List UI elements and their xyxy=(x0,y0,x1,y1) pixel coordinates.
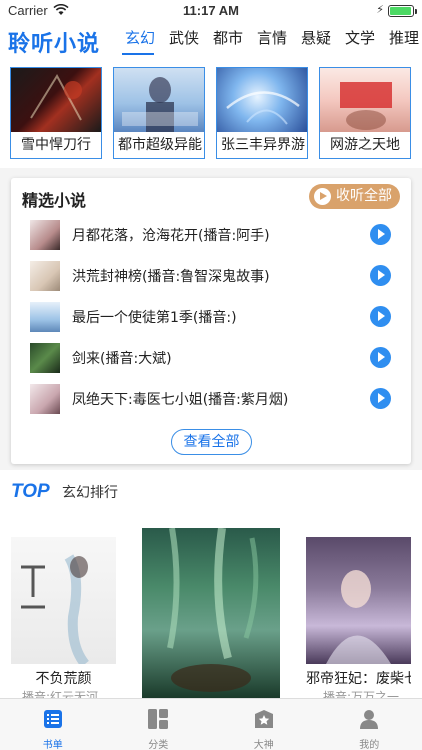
book-cover xyxy=(11,68,101,132)
active-tab-indicator xyxy=(122,53,154,55)
star-icon xyxy=(254,710,273,728)
featured-book-title: 雪中悍刀行 xyxy=(21,137,91,153)
tab-wuxia[interactable]: 武侠 xyxy=(162,22,206,58)
cover-art xyxy=(122,77,198,132)
item-cover xyxy=(30,302,60,332)
tab-yanqing[interactable]: 言情 xyxy=(250,22,294,58)
featured-book-card[interactable]: 都市超级异能 xyxy=(113,67,205,159)
featured-book-title: 网游之天地 xyxy=(330,137,400,153)
bottom-tab-bar: 书单 分类 大神 我的 xyxy=(0,698,422,750)
featured-book-title: 张三丰异界游 xyxy=(221,137,305,153)
category-tabs: 玄幻 武侠 都市 言情 悬疑 文学 推理 xyxy=(118,22,422,58)
tabbar-label: 书单 xyxy=(42,740,63,750)
play-button-icon[interactable] xyxy=(370,388,391,409)
tabbar-item-booklist[interactable]: 书单 xyxy=(0,699,106,750)
selected-novels-card: 精选小说 收听全部 月都花落，沧海花开(播音:阿手) 洪荒封神榜(播音:鲁智深鬼… xyxy=(11,178,411,464)
header: 聆听小说 玄幻 武侠 都市 言情 悬疑 文学 推理 xyxy=(0,22,422,58)
svg-text:TOP: TOP xyxy=(11,481,50,500)
tab-dushi[interactable]: 都市 xyxy=(206,22,250,58)
play-button-icon[interactable] xyxy=(370,224,391,245)
list-item[interactable]: 月都花落，沧海花开(播音:阿手) xyxy=(30,219,400,251)
book-cover xyxy=(114,68,204,132)
list-item[interactable]: 洪荒封神榜(播音:鲁智深鬼故事) xyxy=(30,260,400,292)
featured-book-card[interactable]: 张三丰异界游 xyxy=(216,67,308,159)
featured-books: 雪中悍刀行 都市超级异能 张三丰异界游 网游之天地 xyxy=(0,58,422,168)
item-cover xyxy=(30,261,60,291)
ranking-section: TOP 玄幻排行 不负荒颜 播音:红云无河 邪帝狂妃：废柴七小姐 播音:万万之一 xyxy=(0,470,422,704)
cover-art xyxy=(226,91,300,125)
cover-art xyxy=(167,528,259,692)
tabbar-item-category[interactable]: 分类 xyxy=(106,699,212,750)
featured-book-card[interactable]: 网游之天地 xyxy=(319,67,411,159)
item-cover xyxy=(30,343,60,373)
tabbar-label: 大神 xyxy=(253,740,274,750)
featured-book-card[interactable]: 雪中悍刀行 xyxy=(10,67,102,159)
list-item[interactable]: 最后一个使徒第1季(播音:) xyxy=(30,301,400,333)
tabbar-item-master[interactable]: 大神 xyxy=(211,699,317,750)
list-item[interactable]: 凤绝天下:毒医七小姐(播音:紫月烟) xyxy=(30,383,400,415)
cover-art xyxy=(340,82,392,130)
tabbar-label: 分类 xyxy=(148,740,169,750)
ranking-book-cover[interactable] xyxy=(306,537,411,664)
book-cover xyxy=(217,68,307,132)
play-button-icon[interactable] xyxy=(370,347,391,368)
list-icon xyxy=(43,710,62,728)
play-circle-icon xyxy=(314,188,331,205)
play-button-icon[interactable] xyxy=(370,265,391,286)
listen-all-label: 收听全部 xyxy=(336,188,392,204)
tab-tuili[interactable]: 推理 xyxy=(382,22,422,58)
list-item[interactable]: 剑来(播音:大斌) xyxy=(30,342,400,374)
item-title: 月都花落，沧海花开(播音:阿手) xyxy=(72,228,270,244)
item-cover xyxy=(30,384,60,414)
ranking-title: 玄幻排行 xyxy=(62,485,118,501)
cover-art xyxy=(30,74,82,121)
item-cover xyxy=(30,220,60,250)
item-title: 剑来(播音:大斌) xyxy=(72,351,172,367)
ranking-book-title: 不负荒颜 xyxy=(35,671,92,687)
tab-xuanyi[interactable]: 悬疑 xyxy=(294,22,338,58)
charging-icon: ⚡ xyxy=(376,3,384,16)
clock: 11:17 AM xyxy=(183,3,239,18)
cover-art xyxy=(21,554,90,664)
item-title: 洪荒封神榜(播音:鲁智深鬼故事) xyxy=(72,269,270,285)
tabbar-label: 我的 xyxy=(359,740,380,750)
listen-all-button[interactable]: 收听全部 xyxy=(309,184,400,209)
battery-icon xyxy=(388,5,417,17)
section-title: 精选小说 xyxy=(22,191,87,210)
app-title: 聆听小说 xyxy=(8,32,101,57)
grid-icon xyxy=(148,709,169,729)
cover-art xyxy=(326,570,391,664)
ranking-book-title: 邪帝狂妃：废柴七小姐 xyxy=(306,671,411,687)
play-button-icon[interactable] xyxy=(370,306,391,327)
ranking-book-cover[interactable] xyxy=(11,537,116,664)
view-all-button[interactable]: 查看全部 xyxy=(171,429,252,455)
item-title: 最后一个使徒第1季(播音:) xyxy=(72,310,237,326)
status-bar: Carrier 11:17 AM ⚡ xyxy=(0,0,422,22)
featured-book-title: 都市超级异能 xyxy=(118,137,202,153)
tabbar-item-mine[interactable]: 我的 xyxy=(317,699,422,750)
person-icon xyxy=(360,710,379,729)
item-title: 凤绝天下:毒医七小姐(播音:紫月烟) xyxy=(72,392,289,408)
top-logo-icon: TOP xyxy=(11,481,50,500)
tab-wenxue[interactable]: 文学 xyxy=(338,22,382,58)
ranking-book-cover[interactable] xyxy=(142,528,280,698)
book-cover xyxy=(320,68,410,132)
